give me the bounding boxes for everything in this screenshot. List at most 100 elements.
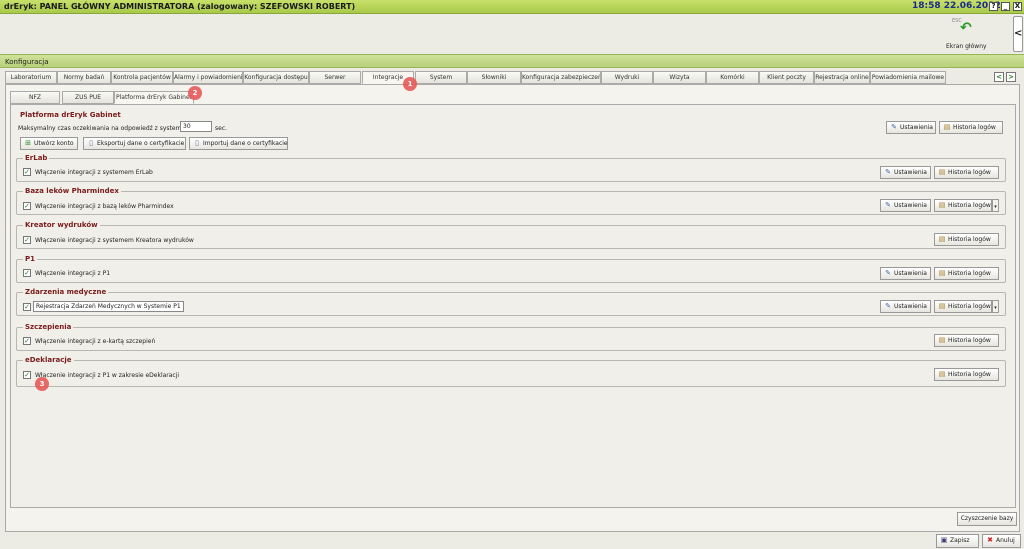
tab-rejestracja-online[interactable]: Rejestracja online: [814, 71, 870, 84]
step-marker-1: 1: [403, 77, 417, 91]
create-account-button[interactable]: ⊞ Utwórz konto: [20, 137, 78, 150]
tab-slowniki[interactable]: Słowniki: [467, 71, 521, 84]
wrench-icon: ✎: [885, 269, 891, 277]
help-button[interactable]: ?: [989, 2, 998, 11]
medical-events-settings-button[interactable]: ✎ Ustawienia: [880, 300, 931, 313]
erlab-log-history-button[interactable]: ▤ Historia logów: [934, 166, 999, 179]
log-icon: ▤: [938, 201, 946, 209]
erlab-checkbox[interactable]: ✓: [23, 168, 31, 176]
subtab-nfz[interactable]: NFZ: [10, 91, 60, 104]
vaccination-log-history-button[interactable]: ▤ Historia logów: [934, 334, 999, 347]
edeclarations-label: Włączenie integracji z P1 w zakresie eDe…: [35, 372, 180, 379]
edeclarations-log-history-button[interactable]: ▤ Historia logów: [934, 368, 999, 381]
floppy-icon: ▣: [940, 536, 948, 544]
vaccination-group: Szczepienia: [16, 323, 1006, 351]
edeclarations-title: eDeklaracje: [23, 356, 74, 364]
print-creator-log-history-button[interactable]: ▤ Historia logów: [934, 233, 999, 246]
export-cert-button[interactable]: ▯ Eksportuj dane o certyfikacie: [83, 137, 186, 150]
plus-icon: ⊞: [25, 139, 31, 147]
pharmindex-checkbox[interactable]: ✓: [23, 202, 31, 210]
subtab-zus-pue[interactable]: ZUS PUE: [62, 91, 114, 104]
admin-window: drEryk: PANEL GŁÓWNY ADMINISTRATORA (zal…: [0, 0, 1024, 549]
wrench-icon: ✎: [891, 123, 897, 131]
close-button[interactable]: X: [1013, 2, 1022, 11]
pharmindex-label: Włączenie integracji z bazą leków Pharmi…: [35, 203, 174, 210]
erlab-title: ErLab: [23, 154, 50, 162]
print-creator-label: Włączenie integracji z systemem Kreatora…: [35, 237, 194, 244]
tab-konfiguracja-dostepu[interactable]: Konfiguracja dostępu: [243, 71, 309, 84]
p1-group: P1: [16, 255, 1006, 283]
database-cleanup-button[interactable]: Czyszczenie bazy: [957, 512, 1017, 526]
p1-checkbox[interactable]: ✓: [23, 269, 31, 277]
log-history-label: Historia logów: [948, 270, 991, 277]
timeout-unit: sec.: [215, 125, 228, 132]
tab-normy-badan[interactable]: Normy badań: [57, 71, 111, 84]
tab-kontrola-pacjentow[interactable]: Kontrola pacjentów: [111, 71, 173, 84]
tab-system[interactable]: System: [415, 71, 467, 84]
back-arrow-icon[interactable]: ↶: [960, 20, 972, 36]
top-toolbar: [0, 14, 1024, 54]
export-icon: ▯: [89, 139, 93, 147]
p1-log-history-button[interactable]: ▤ Historia logów: [934, 267, 999, 280]
print-creator-title: Kreator wydruków: [23, 221, 100, 229]
save-label: Zapisz: [950, 537, 970, 544]
section-header: Konfiguracja: [0, 54, 1024, 68]
pharmindex-settings-button[interactable]: ✎ Ustawienia: [880, 199, 931, 212]
import-cert-button[interactable]: ▯ Importuj dane o certyfikacie: [189, 137, 288, 150]
settings-label: Ustawienia: [894, 270, 927, 277]
erlab-label: Włączenie integracji z systemem ErLab: [35, 169, 153, 176]
medical-events-title: Zdarzenia medyczne: [23, 288, 109, 296]
medical-events-checkbox[interactable]: ✓: [23, 303, 31, 311]
p1-title: P1: [23, 255, 38, 263]
vaccination-title: Szczepienia: [23, 323, 74, 331]
log-history-label: Historia logów: [953, 124, 996, 131]
platform-settings-button[interactable]: ✎ Ustawienia: [886, 121, 936, 134]
subtab-platforma-dreryk[interactable]: Platforma drEryk Gabinet: [114, 91, 194, 104]
pharmindex-log-dropdown[interactable]: ▾: [992, 199, 999, 212]
window-title: drEryk: PANEL GŁÓWNY ADMINISTRATORA (zal…: [4, 2, 356, 11]
side-panel-toggle[interactable]: <: [1013, 16, 1023, 52]
log-icon: ▤: [938, 336, 946, 344]
export-cert-label: Eksportuj dane o certyfikacie: [97, 140, 185, 147]
tabs-next-button[interactable]: >: [1006, 72, 1016, 82]
log-icon: ▤: [938, 235, 946, 243]
medical-events-log-dropdown[interactable]: ▾: [992, 300, 999, 313]
platform-log-history-button[interactable]: ▤ Historia logów: [939, 121, 1003, 134]
timeout-input[interactable]: 30: [180, 121, 212, 132]
title-bar: drEryk: PANEL GŁÓWNY ADMINISTRATORA (zal…: [0, 0, 1024, 14]
log-history-label: Historia logów: [948, 337, 991, 344]
p1-label: Włączenie integracji z P1: [35, 270, 111, 277]
tab-komorki[interactable]: Komórki: [706, 71, 759, 84]
edeclarations-checkbox[interactable]: ✓: [23, 371, 31, 379]
pharmindex-log-history-button[interactable]: ▤ Historia logów: [934, 199, 992, 212]
home-screen-button[interactable]: Ekran główny: [946, 43, 987, 50]
tab-laboratorium[interactable]: Laboratorium: [5, 71, 57, 84]
timeout-label: Maksymalny czas oczekiwania na odpowiedź…: [18, 125, 188, 132]
erlab-settings-button[interactable]: ✎ Ustawienia: [880, 166, 931, 179]
print-creator-checkbox[interactable]: ✓: [23, 236, 31, 244]
vaccination-label: Włączenie integracji z e-kartą szczepień: [35, 338, 156, 345]
erlab-group: ErLab: [16, 154, 1006, 182]
vaccination-checkbox[interactable]: ✓: [23, 337, 31, 345]
tabs-prev-button[interactable]: <: [994, 72, 1004, 82]
tab-wizyta[interactable]: Wizyta: [653, 71, 706, 84]
minimize-button[interactable]: _: [1001, 2, 1010, 11]
tab-wydruki[interactable]: Wydruki: [601, 71, 653, 84]
tab-konfiguracja-zabezpieczen[interactable]: Konfiguracja zabezpieczeń: [521, 71, 601, 84]
tab-powiadomienia-mailowe[interactable]: Powiadomienia mailowe: [870, 71, 946, 84]
tab-alarmy[interactable]: Alarmy i powiadomienia: [173, 71, 243, 84]
tab-serwer[interactable]: Serwer: [309, 71, 361, 84]
settings-label: Ustawienia: [894, 169, 927, 176]
settings-label: Ustawienia: [894, 303, 927, 310]
import-cert-label: Importuj dane o certyfikacie: [203, 140, 288, 147]
medical-events-log-history-button[interactable]: ▤ Historia logów: [934, 300, 992, 313]
save-button[interactable]: ▣ Zapisz: [936, 534, 979, 548]
tab-klient-poczty[interactable]: Klient poczty: [759, 71, 814, 84]
step-marker-2: 2: [188, 86, 202, 100]
section-title: Konfiguracja: [5, 58, 49, 66]
log-icon: ▤: [938, 269, 946, 277]
p1-settings-button[interactable]: ✎ Ustawienia: [880, 267, 931, 280]
step-marker-3: 3: [35, 377, 49, 391]
settings-label: Ustawienia: [900, 124, 933, 131]
cancel-button[interactable]: ✖ Anuluj: [982, 534, 1021, 548]
